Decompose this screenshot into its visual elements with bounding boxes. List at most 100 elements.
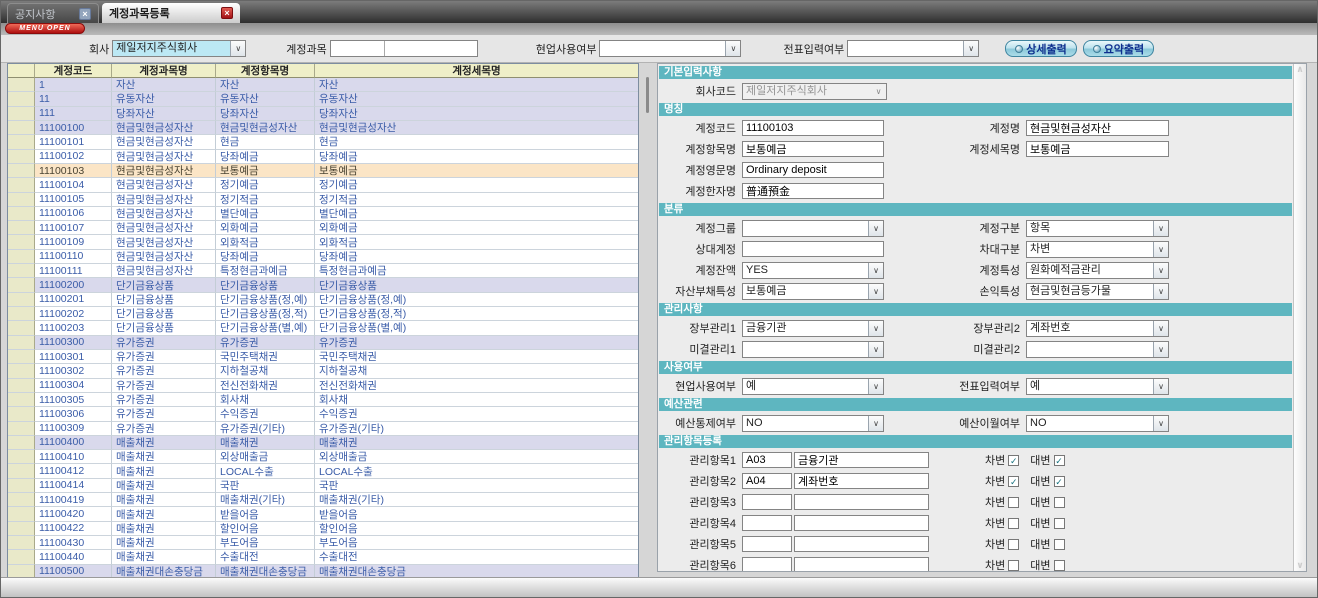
debit-checkbox[interactable]: [1008, 518, 1019, 529]
table-row[interactable]: 11100304유가증권전신전화채권전신전화채권: [8, 379, 638, 393]
row-selector-cell[interactable]: [8, 321, 35, 335]
table-row[interactable]: 11100300유가증권유가증권유가증권: [8, 336, 638, 350]
close-icon[interactable]: ×: [221, 7, 233, 19]
row-selector-cell[interactable]: [8, 207, 35, 221]
mgmt-item-name-input[interactable]: [794, 557, 929, 571]
row-selector-cell[interactable]: [8, 507, 35, 521]
row-selector-cell[interactable]: [8, 107, 35, 121]
table-row[interactable]: 11100414매출채권국판국판: [8, 479, 638, 493]
tab-notice[interactable]: 공지사항 ×: [7, 3, 99, 23]
table-row[interactable]: 11100105현금및현금성자산정기적금정기적금: [8, 193, 638, 207]
mgmt-item-name-input[interactable]: [794, 494, 929, 510]
menu-open-button[interactable]: MENU OPEN: [5, 23, 85, 34]
slip-entry-select[interactable]: 예 ∨: [1026, 378, 1169, 395]
mgmt-item-name-input[interactable]: [794, 515, 929, 531]
table-row[interactable]: 11100302유가증권지하철공채지하철공채: [8, 364, 638, 378]
table-row[interactable]: 11유동자산유동자산유동자산: [8, 92, 638, 106]
budget-control-select[interactable]: NO ∨: [742, 415, 884, 432]
credit-checkbox[interactable]: [1054, 539, 1065, 550]
row-selector-cell[interactable]: [8, 536, 35, 550]
book-mgmt1-select[interactable]: 금융기관 ∨: [742, 320, 884, 337]
row-selector-cell[interactable]: [8, 550, 35, 564]
debit-checkbox[interactable]: [1008, 539, 1019, 550]
mgmt-item-name-input[interactable]: [794, 473, 929, 489]
account-subject-input-2[interactable]: [385, 41, 477, 56]
row-selector-cell[interactable]: [8, 436, 35, 450]
open-mgmt2-select[interactable]: ∨: [1026, 341, 1169, 358]
english-name-input[interactable]: [742, 162, 884, 178]
table-row[interactable]: 11100410매출채권외상매출금외상매출금: [8, 450, 638, 464]
row-selector-cell[interactable]: [8, 407, 35, 421]
row-selector-cell[interactable]: [8, 121, 35, 135]
table-row[interactable]: 11100440매출채권수출대전수출대전: [8, 550, 638, 564]
table-row[interactable]: 11100106현금및현금성자산별단예금별단예금: [8, 207, 638, 221]
row-selector-cell[interactable]: [8, 278, 35, 292]
grid-scrollbar[interactable]: [642, 63, 654, 580]
table-row[interactable]: 11100203단기금융상품단기금융상품(별,예)단기금융상품(별,예): [8, 321, 638, 335]
row-selector-cell[interactable]: [8, 135, 35, 149]
debit-checkbox[interactable]: ✓: [1008, 455, 1019, 466]
table-row[interactable]: 11100109현금및현금성자산외화적금외화적금: [8, 235, 638, 249]
account-balance-select[interactable]: YES ∨: [742, 262, 884, 279]
account-code-input[interactable]: [742, 120, 884, 136]
asset-liability-trait-select[interactable]: 보통예금 ∨: [742, 283, 884, 300]
detail-name-input[interactable]: [1026, 141, 1169, 157]
row-selector-cell[interactable]: [8, 235, 35, 249]
row-selector-cell[interactable]: [8, 336, 35, 350]
credit-checkbox[interactable]: [1054, 497, 1065, 508]
table-row[interactable]: 11100412매출채권LOCAL수출LOCAL수출: [8, 464, 638, 478]
row-selector-cell[interactable]: [8, 178, 35, 192]
account-trait-select[interactable]: 원화예적금관리 ∨: [1026, 262, 1169, 279]
book-mgmt2-select[interactable]: 계좌번호 ∨: [1026, 320, 1169, 337]
mgmt-item-code-input[interactable]: [742, 494, 792, 510]
profit-loss-trait-select[interactable]: 현금및현금등가물 ∨: [1026, 283, 1169, 300]
field-use-select[interactable]: 예 ∨: [742, 378, 884, 395]
table-row[interactable]: 11100107현금및현금성자산외화예금외화예금: [8, 221, 638, 235]
row-selector-cell[interactable]: [8, 92, 35, 106]
slip-entry-select[interactable]: ∨: [847, 40, 979, 57]
mgmt-item-code-input[interactable]: [742, 536, 792, 552]
table-row[interactable]: 11100400매출채권매출채권매출채권: [8, 436, 638, 450]
scroll-down-icon[interactable]: ∨: [1296, 560, 1303, 571]
row-selector-cell[interactable]: [8, 479, 35, 493]
detail-print-button[interactable]: 상세출력: [1005, 40, 1076, 57]
credit-checkbox[interactable]: [1054, 518, 1065, 529]
table-row[interactable]: 11100422매출채권할인어음할인어음: [8, 522, 638, 536]
row-selector-cell[interactable]: [8, 293, 35, 307]
row-selector-cell[interactable]: [8, 164, 35, 178]
mgmt-item-code-input[interactable]: [742, 515, 792, 531]
table-row[interactable]: 11100419매출채권매출채권(기타)매출채권(기타): [8, 493, 638, 507]
row-selector-cell[interactable]: [8, 78, 35, 92]
debit-checkbox[interactable]: ✓: [1008, 476, 1019, 487]
company-code-select[interactable]: 제일저지주식회사 ∨: [742, 83, 887, 100]
tab-account-registration[interactable]: 계정과목등록 ×: [102, 3, 240, 23]
row-selector-cell[interactable]: [8, 493, 35, 507]
debit-checkbox[interactable]: [1008, 497, 1019, 508]
hanja-name-input[interactable]: [742, 183, 884, 199]
mgmt-item-code-input[interactable]: [742, 473, 792, 489]
table-row[interactable]: 11100104현금및현금성자산정기예금정기예금: [8, 178, 638, 192]
summary-print-button[interactable]: 요약출력: [1083, 40, 1154, 57]
table-row[interactable]: 11100430매출채권부도어음부도어음: [8, 536, 638, 550]
mgmt-item-name-input[interactable]: [794, 536, 929, 552]
close-icon[interactable]: ×: [79, 8, 91, 20]
row-selector-cell[interactable]: [8, 150, 35, 164]
row-selector-cell[interactable]: [8, 364, 35, 378]
row-selector-cell[interactable]: [8, 193, 35, 207]
table-row[interactable]: 11100111현금및현금성자산특정현금과예금특정현금과예금: [8, 264, 638, 278]
mgmt-item-name-input[interactable]: [794, 452, 929, 468]
credit-checkbox[interactable]: ✓: [1054, 455, 1065, 466]
row-selector-cell[interactable]: [8, 264, 35, 278]
table-row[interactable]: 1자산자산자산: [8, 78, 638, 92]
table-row[interactable]: 11100201단기금융상품단기금융상품(정,예)단기금융상품(정,예): [8, 293, 638, 307]
row-selector-cell[interactable]: [8, 250, 35, 264]
row-selector-cell[interactable]: [8, 422, 35, 436]
row-selector-cell[interactable]: [8, 221, 35, 235]
table-row[interactable]: 11100103현금및현금성자산보통예금보통예금: [8, 164, 638, 178]
credit-checkbox[interactable]: [1054, 560, 1065, 571]
table-row[interactable]: 11100110현금및현금성자산당좌예금당좌예금: [8, 250, 638, 264]
row-selector-cell[interactable]: [8, 350, 35, 364]
scrollbar-thumb[interactable]: [646, 77, 649, 113]
account-subject-input-1[interactable]: [331, 41, 385, 56]
item-name-input[interactable]: [742, 141, 884, 157]
